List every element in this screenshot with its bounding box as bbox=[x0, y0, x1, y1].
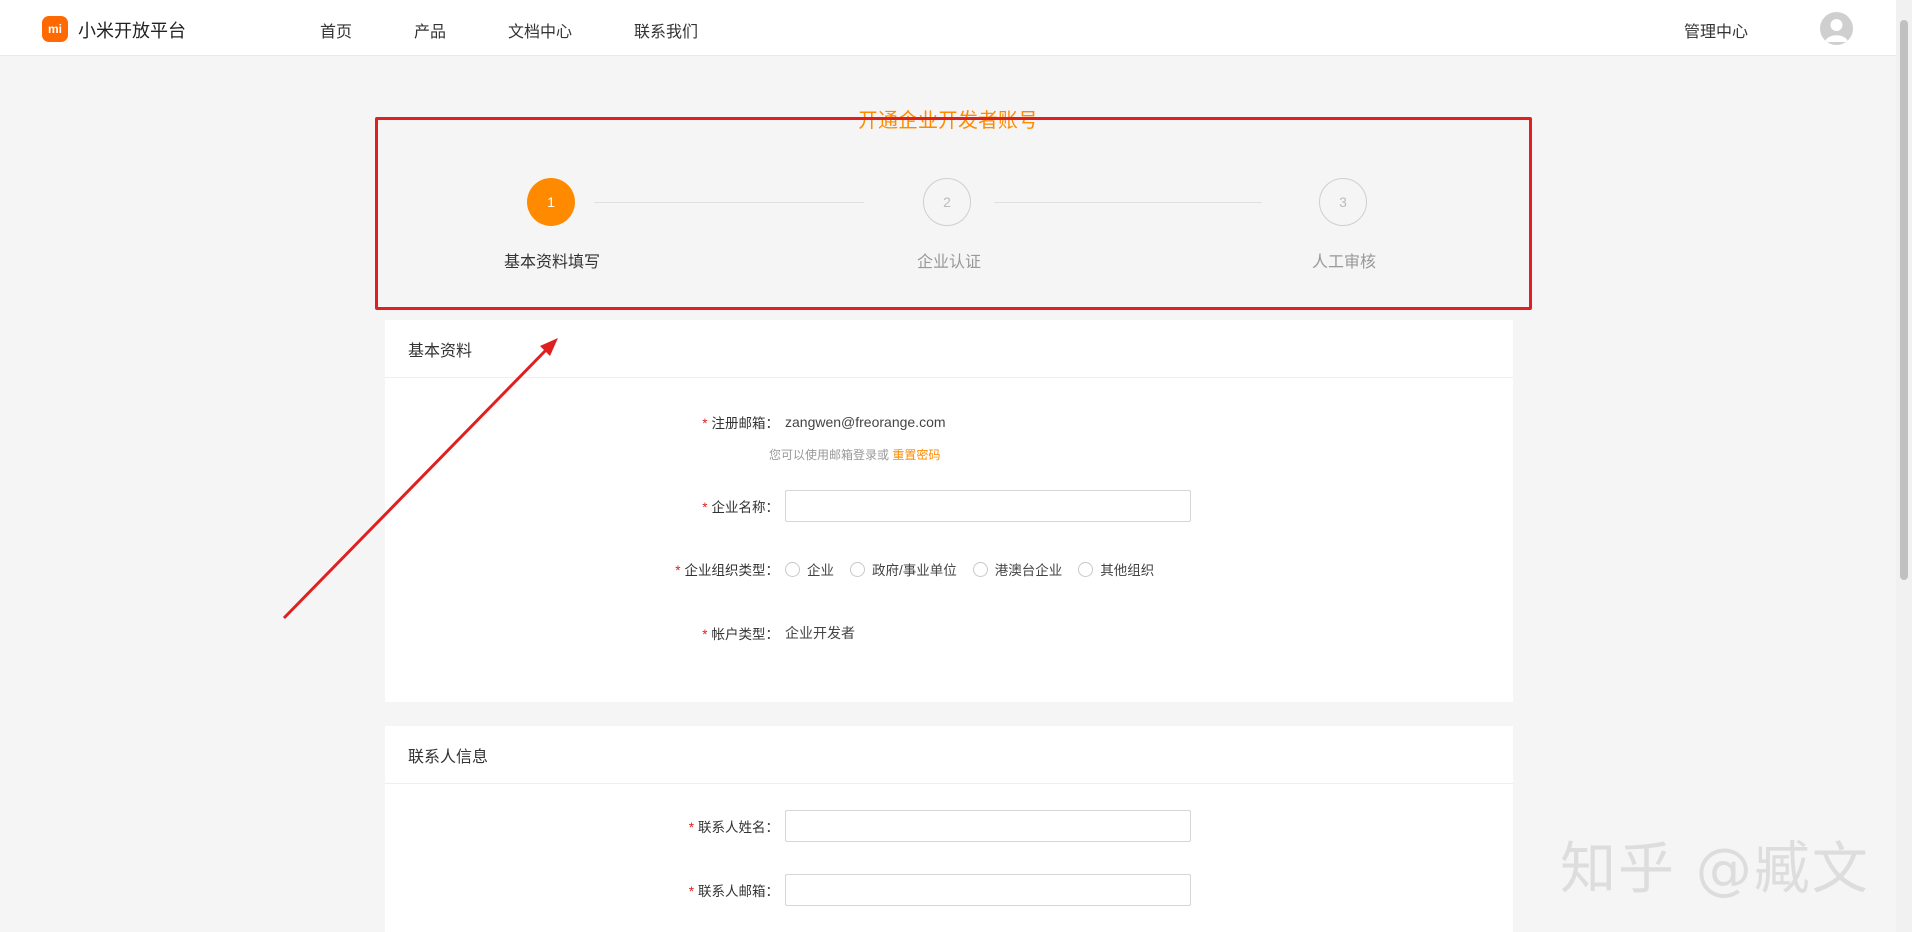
annotation-arrow-icon bbox=[282, 338, 558, 620]
zhihu-watermark: 知乎 @臧文 bbox=[1560, 837, 1870, 902]
